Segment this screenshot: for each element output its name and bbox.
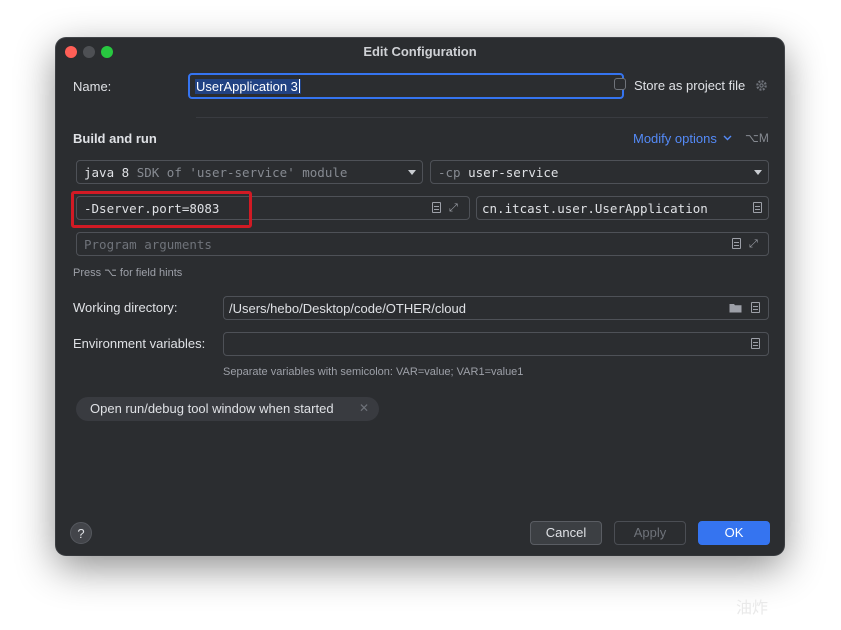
build-and-run-heading: Build and run: [73, 131, 157, 146]
expand-icon[interactable]: ⤢: [449, 202, 461, 214]
program-arguments-input[interactable]: Program arguments ⤢: [76, 232, 769, 256]
edit-configuration-dialog: Edit Configuration Name: UserApplication…: [56, 38, 784, 555]
modify-options-shortcut: ⌥M: [745, 131, 769, 145]
open-tool-window-option-chip[interactable]: Open run/debug tool window when started …: [76, 397, 379, 421]
environment-variables-input[interactable]: [223, 332, 769, 356]
dialog-title: Edit Configuration: [363, 44, 477, 59]
dropdown-arrow-icon: [408, 170, 416, 175]
classpath-module-dropdown[interactable]: -cp user-service: [430, 160, 769, 184]
chevron-down-icon: [723, 135, 732, 141]
expand-icon[interactable]: ⤢: [749, 238, 761, 250]
folder-icon[interactable]: [729, 303, 742, 313]
working-directory-label: Working directory:: [73, 300, 178, 315]
section-divider: [196, 117, 768, 118]
document-icon[interactable]: [751, 302, 760, 313]
main-class-value: cn.itcast.user.UserApplication: [482, 201, 708, 216]
apply-button[interactable]: Apply: [614, 521, 686, 545]
remove-option-icon[interactable]: ✕: [359, 401, 369, 415]
environment-variables-label: Environment variables:: [73, 336, 206, 351]
name-label: Name:: [73, 79, 112, 94]
jdk-dropdown-value: java 8 SDK of 'user-service' module: [84, 165, 348, 180]
highlight-annotation-box: [71, 191, 252, 228]
environment-variables-hint: Separate variables with semicolon: VAR=v…: [223, 366, 524, 378]
document-icon[interactable]: [753, 202, 762, 213]
store-as-project-file-label[interactable]: Store as project file: [634, 78, 745, 93]
modify-options-link[interactable]: Modify options: [633, 131, 732, 146]
field-hint-text: Press ⌥ for field hints: [73, 267, 183, 279]
program-arguments-placeholder: Program arguments: [84, 237, 212, 252]
document-icon[interactable]: [432, 202, 441, 213]
cancel-button[interactable]: Cancel: [530, 521, 602, 545]
document-icon[interactable]: [751, 338, 760, 349]
name-input-value: UserApplication 3: [195, 79, 301, 94]
ok-button[interactable]: OK: [698, 521, 770, 545]
document-icon[interactable]: [732, 238, 741, 249]
classpath-dropdown-value: -cp user-service: [438, 165, 559, 180]
name-input[interactable]: UserApplication 3: [188, 73, 624, 99]
help-button[interactable]: ?: [70, 522, 92, 544]
working-directory-input[interactable]: /Users/hebo/Desktop/code/OTHER/cloud: [223, 296, 769, 320]
jdk-dropdown[interactable]: java 8 SDK of 'user-service' module: [76, 160, 423, 184]
store-as-project-file-checkbox[interactable]: [614, 78, 626, 90]
title-bar: Edit Configuration: [56, 38, 784, 66]
working-directory-value: /Users/hebo/Desktop/code/OTHER/cloud: [229, 301, 466, 316]
watermark-text: 油炸: [736, 600, 769, 617]
main-class-input[interactable]: cn.itcast.user.UserApplication: [476, 196, 769, 220]
option-chip-label: Open run/debug tool window when started: [90, 401, 334, 416]
gear-icon[interactable]: [755, 79, 768, 92]
dropdown-arrow-icon: [754, 170, 762, 175]
